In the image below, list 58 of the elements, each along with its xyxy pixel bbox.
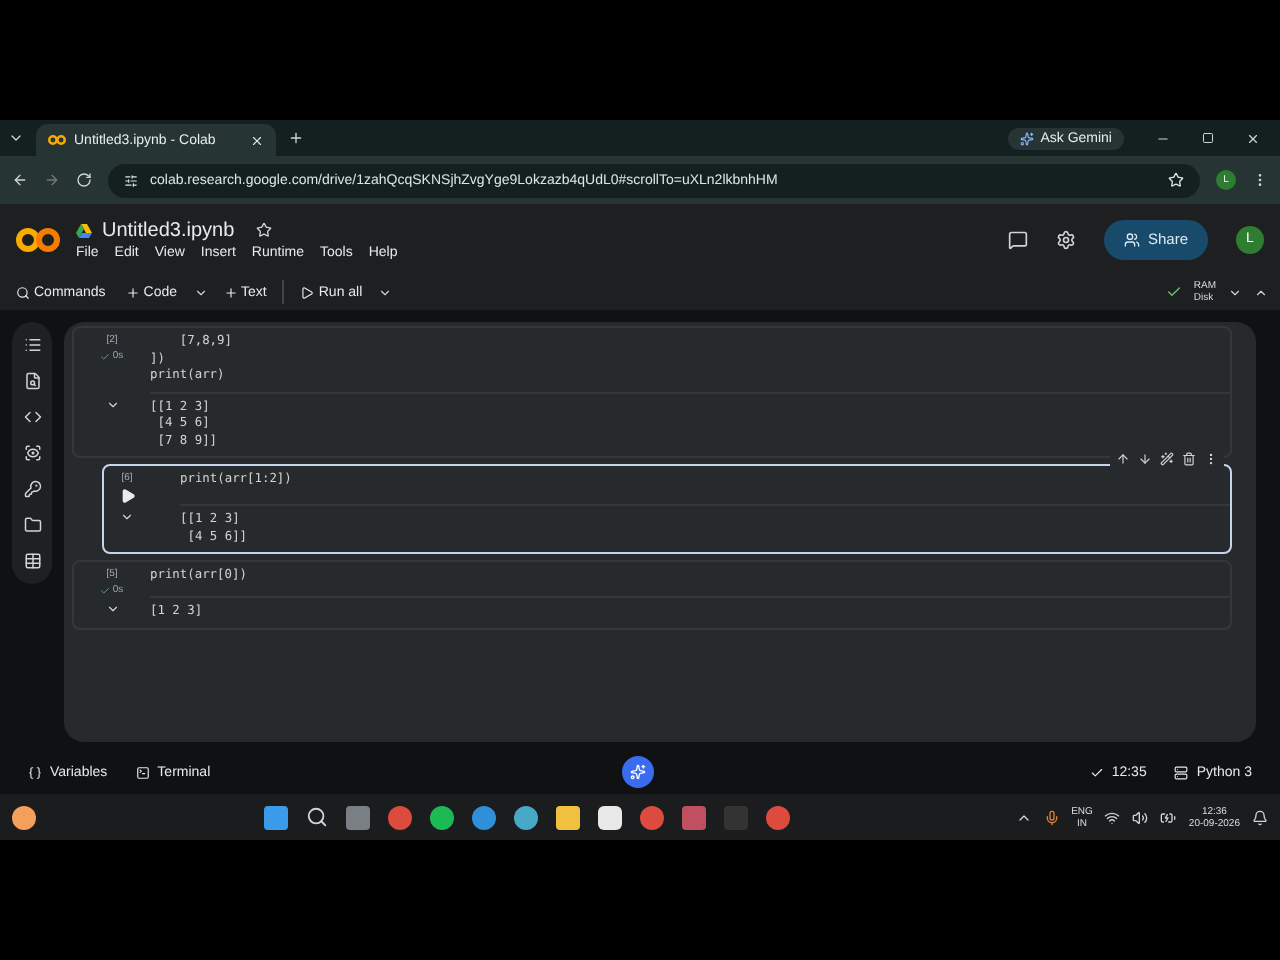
delete-icon[interactable] xyxy=(1182,452,1196,466)
collapse-output-icon[interactable] xyxy=(120,510,134,524)
reload-icon[interactable] xyxy=(76,172,92,188)
drive-icon xyxy=(76,223,92,237)
site-settings-icon[interactable] xyxy=(124,173,138,187)
app-icon[interactable] xyxy=(598,805,622,829)
check-icon xyxy=(100,351,111,361)
more-icon[interactable] xyxy=(1204,452,1218,466)
check-icon xyxy=(100,585,111,595)
comment-icon[interactable] xyxy=(1007,229,1028,249)
dropdown-icon[interactable] xyxy=(193,285,208,299)
move-up-icon[interactable] xyxy=(1116,452,1130,466)
sparkle-icon xyxy=(1020,131,1035,145)
restore-icon[interactable] xyxy=(1202,132,1214,144)
forward-icon[interactable] xyxy=(44,172,60,188)
mic-icon[interactable] xyxy=(1043,809,1060,825)
dropdown-icon[interactable] xyxy=(378,285,393,299)
key-icon[interactable] xyxy=(23,480,41,498)
notification-icon[interactable] xyxy=(1252,809,1268,825)
battery-icon[interactable] xyxy=(1160,809,1177,825)
star-icon[interactable] xyxy=(256,222,273,238)
find-icon[interactable] xyxy=(23,372,41,390)
server-icon xyxy=(1174,765,1189,779)
settings-icon[interactable] xyxy=(1055,229,1076,249)
collapse-output-icon[interactable] xyxy=(105,602,119,616)
sparkle-icon xyxy=(630,764,646,780)
braces-icon xyxy=(28,765,42,779)
check-icon xyxy=(1089,765,1104,779)
people-icon xyxy=(1123,231,1140,247)
wifi-icon[interactable] xyxy=(1104,809,1121,825)
new-tab-icon[interactable] xyxy=(288,130,304,146)
search-icon[interactable] xyxy=(306,806,328,828)
search-icon xyxy=(16,285,30,299)
bookmark-star-icon[interactable] xyxy=(1168,172,1184,188)
play-icon xyxy=(300,285,315,299)
colab-logo-icon[interactable] xyxy=(16,225,60,253)
eye-icon[interactable] xyxy=(23,444,41,462)
dropdown-icon[interactable] xyxy=(1228,285,1242,299)
tab-list-icon[interactable] xyxy=(8,130,24,146)
close-icon[interactable] xyxy=(1246,131,1260,145)
collapse-icon[interactable] xyxy=(1254,285,1268,299)
plus-icon xyxy=(223,285,238,299)
code-icon[interactable] xyxy=(23,408,41,426)
app-icon[interactable] xyxy=(514,805,538,829)
collapse-output-icon[interactable] xyxy=(105,397,119,411)
back-icon[interactable] xyxy=(12,172,28,188)
gemini-button[interactable] xyxy=(622,756,654,788)
run-cell-icon[interactable] xyxy=(119,488,135,504)
move-down-icon[interactable] xyxy=(1138,452,1152,466)
plus-icon xyxy=(125,285,140,299)
close-tab-icon[interactable] xyxy=(250,133,264,147)
table-icon[interactable] xyxy=(23,552,41,570)
connected-check-icon xyxy=(1165,284,1182,300)
volume-icon[interactable] xyxy=(1132,809,1149,825)
notebook-title[interactable]: Untitled3.ipynb xyxy=(102,219,235,241)
wand-icon[interactable] xyxy=(1160,452,1174,466)
table-of-contents-icon[interactable] xyxy=(23,336,41,354)
colab-logo-icon xyxy=(48,134,66,146)
